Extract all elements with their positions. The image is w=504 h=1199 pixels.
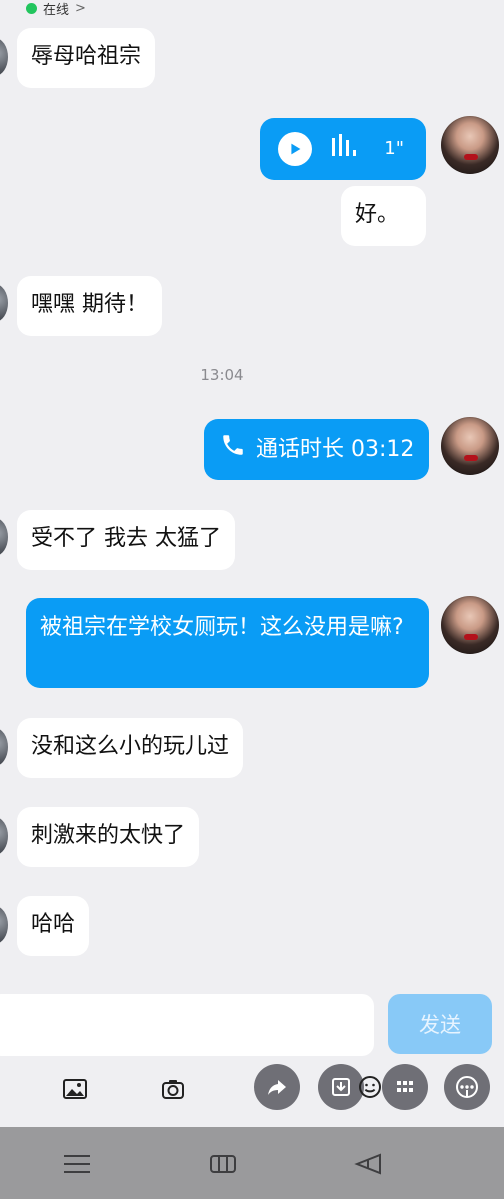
user-avatar[interactable] (441, 596, 499, 654)
home-icon[interactable] (208, 1149, 238, 1179)
message-bubble[interactable]: 被祖宗在学校女厕玩！这么没用是嘛? (26, 598, 429, 688)
composer: 发送 (0, 986, 504, 1056)
more-icon[interactable] (444, 1064, 490, 1110)
message-input[interactable] (0, 994, 374, 1056)
user-avatar[interactable] (441, 116, 499, 174)
contact-avatar[interactable] (0, 728, 8, 766)
play-icon[interactable] (278, 132, 312, 166)
contact-avatar[interactable] (0, 284, 8, 322)
apps-icon[interactable] (382, 1064, 428, 1110)
system-nav-bar (0, 1127, 504, 1199)
contact-avatar[interactable] (0, 518, 8, 556)
composer-toolbar (0, 1056, 504, 1126)
message-bubble[interactable]: 哈哈 (17, 896, 90, 956)
presence-status[interactable]: 在线 > (26, 0, 86, 18)
send-button[interactable]: 发送 (388, 994, 492, 1054)
message-bubble[interactable]: 刺激来的太快了 (17, 807, 200, 867)
presence-text: 在线 (43, 2, 70, 18)
call-duration-text: 通话时长 03:12 (256, 436, 415, 462)
timestamp: 13:04 (200, 366, 244, 384)
voice-duration: 1" (384, 138, 404, 159)
chevron-right-icon: > (75, 0, 86, 16)
back-icon[interactable] (354, 1149, 384, 1179)
message-bubble[interactable]: 嘿嘿 期待！ (17, 276, 162, 336)
message-bubble[interactable]: 受不了 我去 太猛了 (17, 510, 235, 570)
image-icon[interactable] (56, 1070, 94, 1108)
voice-wave-icon (330, 132, 362, 167)
voice-message-bubble[interactable]: 1" (260, 118, 426, 180)
online-dot-icon (26, 2, 37, 14)
camera-icon[interactable] (154, 1070, 192, 1108)
message-bubble[interactable]: 辱母哈祖宗 (17, 28, 156, 88)
contact-avatar[interactable] (0, 817, 8, 855)
message-bubble[interactable]: 没和这么小的玩儿过 (17, 718, 244, 778)
user-avatar[interactable] (441, 417, 499, 475)
phone-icon (220, 432, 246, 467)
contact-avatar[interactable] (0, 38, 8, 76)
call-record-bubble[interactable]: 通话时长 03:12 (204, 419, 429, 480)
message-bubble[interactable]: 好。 (341, 186, 426, 246)
contact-avatar[interactable] (0, 906, 8, 944)
menu-icon[interactable] (62, 1149, 92, 1179)
share-icon[interactable] (254, 1064, 300, 1110)
